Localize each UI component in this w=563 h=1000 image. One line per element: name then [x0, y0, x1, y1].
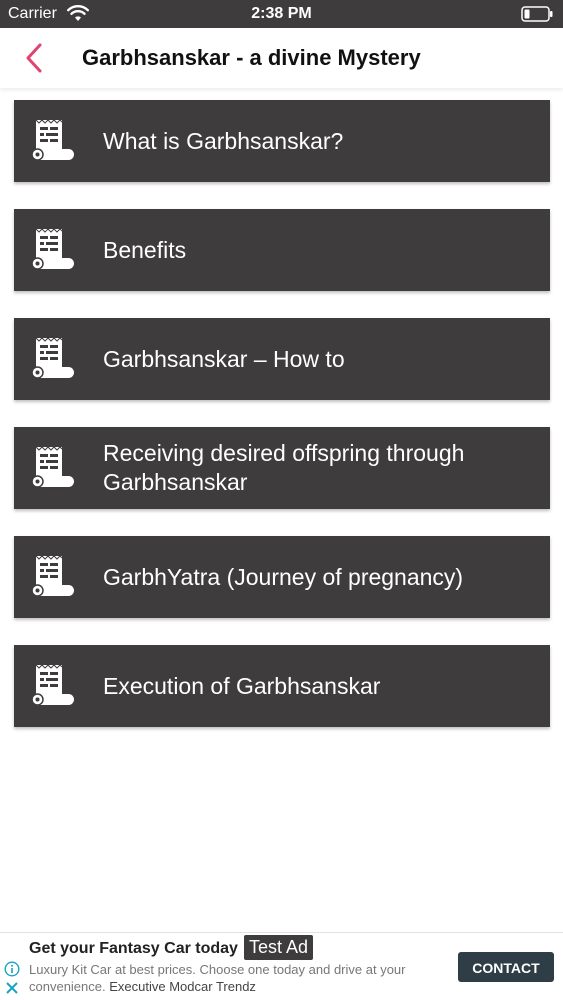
menu-item-label: GarbhYatra (Journey of pregnancy) — [103, 563, 464, 590]
menu-item-what-is-garbhsanskar[interactable]: What is Garbhsanskar? — [14, 100, 550, 182]
menu-item-benefits[interactable]: Benefits — [14, 209, 550, 291]
page-title: Garbhsanskar - a divine Mystery — [82, 45, 421, 70]
status-time: 2:38 PM — [251, 5, 312, 22]
scroll-icon — [31, 664, 74, 706]
menu-item-label: Execution of Garbhsanskar — [103, 672, 381, 699]
menu-list: What is Garbhsanskar? Benefits Garbhsans… — [14, 100, 550, 754]
menu-item-label: Garbhsanskar – How to — [103, 345, 345, 372]
menu-item-label: What is Garbhsanskar? — [103, 127, 344, 154]
navigation-bar: Garbhsanskar - a divine Mystery — [0, 28, 563, 88]
menu-item-execution[interactable]: Execution of Garbhsanskar — [14, 645, 550, 727]
scroll-icon — [31, 228, 74, 270]
ad-test-badge: Test Ad — [244, 935, 314, 960]
back-button[interactable] — [18, 40, 54, 76]
scroll-icon — [31, 337, 74, 379]
scroll-icon — [31, 555, 74, 597]
info-icon[interactable] — [4, 961, 20, 977]
menu-item-how-to[interactable]: Garbhsanskar – How to — [14, 318, 550, 400]
scroll-icon — [31, 119, 74, 161]
contact-us-button[interactable]: CONTACT US — [458, 952, 554, 1000]
scroll-icon — [31, 446, 74, 488]
menu-item-receiving-desired-offspring[interactable]: Receiving desired offspring through Garb… — [14, 427, 550, 509]
menu-item-label: Benefits — [103, 236, 187, 263]
status-bar: Carrier 2:38 PM — [0, 0, 563, 28]
battery-icon — [521, 6, 553, 22]
ad-headline[interactable]: Get your Fantasy Car today — [29, 940, 238, 958]
chevron-left-icon — [26, 43, 42, 73]
menu-item-garbhyatra[interactable]: GarbhYatra (Journey of pregnancy) — [14, 536, 550, 618]
menu-item-label: Receiving desired offspring through Garb… — [103, 440, 465, 495]
close-icon[interactable] — [5, 981, 19, 995]
ad-banner[interactable]: Get your Fantasy Car today Test Ad Luxur… — [0, 932, 563, 1000]
ad-body: Luxury Kit Car at best prices. Choose on… — [29, 961, 439, 995]
ad-brand: Executive Modcar Trendz — [109, 979, 256, 994]
app-screen: Carrier 2:38 PM Garbhsanskar - a divine … — [0, 0, 563, 1000]
